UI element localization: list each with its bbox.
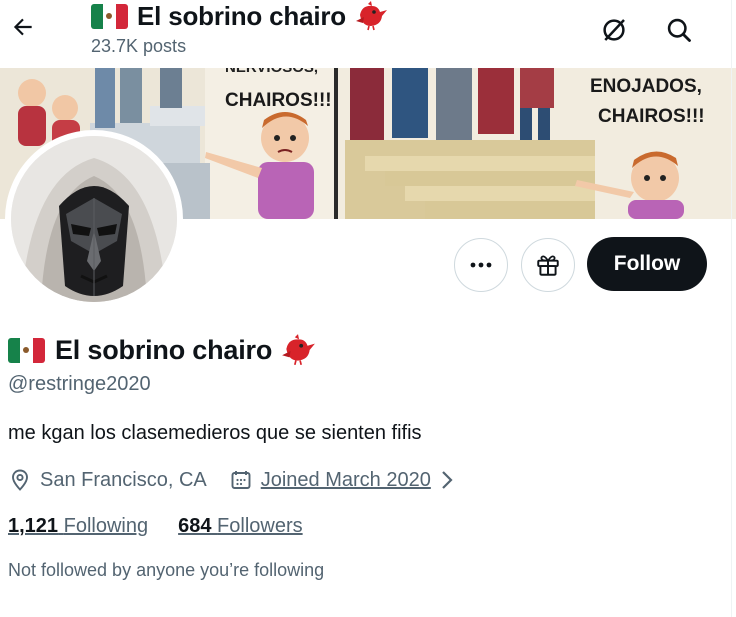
header-post-count: 23.7K posts <box>91 36 187 56</box>
hide-replies-button[interactable] <box>594 10 634 50</box>
back-button[interactable] <box>6 10 40 44</box>
follow-button[interactable]: Follow <box>587 237 707 291</box>
header-title: El sobrino chairo 23.7K posts <box>91 0 388 57</box>
banner-text-left: CHAIROS!!! <box>225 90 332 111</box>
following-link[interactable]: 1,121 Following <box>8 515 148 538</box>
following-label: Following <box>63 515 149 537</box>
following-count: 1,121 <box>8 515 59 537</box>
arrow-left-icon <box>13 18 32 36</box>
header-name: El sobrino chairo <box>137 0 346 31</box>
chevron-right-icon <box>442 471 453 489</box>
red-bird-icon <box>354 1 388 31</box>
profile-name: El sobrino chairo <box>55 334 273 365</box>
profile-bio: me kgan los clasemedieros que se sienten… <box>8 422 422 444</box>
followers-label: Followers <box>217 515 303 537</box>
circle-slash-icon <box>603 19 625 41</box>
more-dots-icon <box>470 262 492 268</box>
profile-meta: San Francisco, CA Joined March 2020 <box>8 466 457 494</box>
profile-handle: @restringe2020 <box>8 373 151 395</box>
gift-button[interactable] <box>521 238 575 292</box>
gift-icon <box>537 255 559 276</box>
profile-stats: 1,121 Following 684 Followers <box>8 515 303 538</box>
followers-link[interactable]: 684 Followers <box>178 515 303 538</box>
profile-joined[interactable]: Joined March 2020 <box>229 468 457 492</box>
more-options-button[interactable] <box>454 238 508 292</box>
joined-link[interactable]: Joined March 2020 <box>261 469 431 492</box>
location-pin-icon <box>12 469 28 491</box>
page-edge-divider <box>731 0 732 617</box>
calendar-icon <box>231 471 251 489</box>
not-followed-note: Not followed by anyone you’re following <box>8 560 325 580</box>
profile-avatar[interactable] <box>5 130 183 308</box>
profile-name-row: El sobrino chairo <box>8 332 316 368</box>
banner-text-right-2: CHAIROS!!! <box>598 106 705 127</box>
avatar-image <box>11 136 177 302</box>
red-bird-icon <box>280 334 316 366</box>
profile-header-bar: El sobrino chairo 23.7K posts <box>0 0 736 68</box>
mexico-flag-icon <box>91 3 128 29</box>
location-text: San Francisco, CA <box>40 468 207 491</box>
followers-count: 684 <box>178 515 212 537</box>
profile-location: San Francisco, CA <box>8 468 207 492</box>
search-icon <box>667 18 691 42</box>
banner-text-right-1: ENOJADOS, <box>590 76 702 97</box>
mexico-flag-icon <box>8 337 45 363</box>
banner-text-partial: NERVIOSOS, <box>225 68 318 76</box>
search-button[interactable] <box>659 10 699 50</box>
